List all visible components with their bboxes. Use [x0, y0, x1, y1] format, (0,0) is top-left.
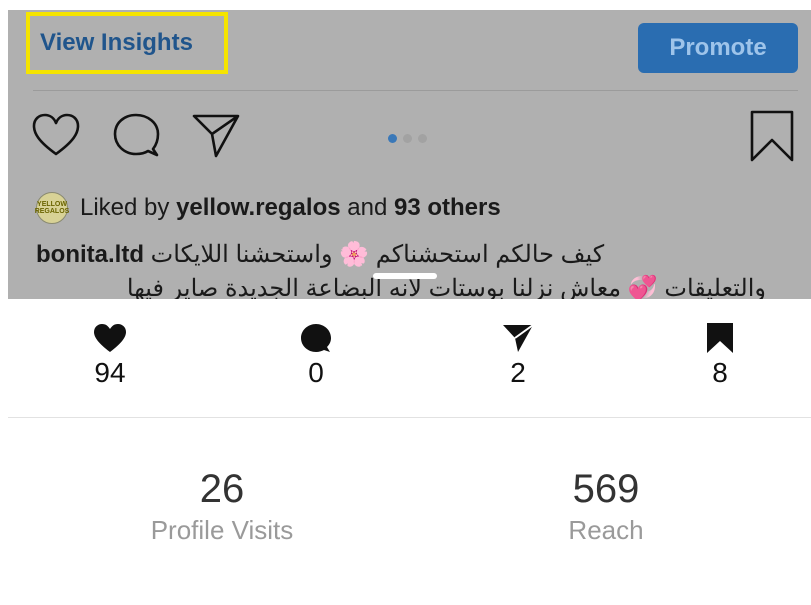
stat-likes: 94	[70, 323, 150, 389]
engagement-stats: 94 0 2 8	[8, 299, 811, 417]
stat-comments-value: 0	[308, 357, 324, 388]
comment-icon	[301, 324, 331, 352]
liker-avatar-text: YELLOW REGALOS	[34, 201, 70, 215]
liked-by-row[interactable]: YELLOW REGALOS Liked by yellow.regalos a…	[34, 192, 501, 224]
carousel-dot	[403, 134, 412, 143]
caption-username[interactable]: bonita.ltd	[36, 241, 144, 268]
view-insights-label: View Insights	[40, 29, 193, 56]
comment-icon[interactable]	[110, 110, 162, 162]
like-heart-icon[interactable]	[30, 110, 82, 162]
save-bookmark-icon[interactable]	[746, 110, 798, 162]
bookmark-icon	[707, 323, 733, 353]
caption-line-1: bonita.ltd كيف حالكم استحشناكم 🌸 واستحشن…	[36, 238, 756, 272]
stat-likes-value: 94	[94, 357, 126, 388]
promote-button[interactable]: Promote	[638, 23, 798, 73]
metric-profile-visits: 26 Profile Visits	[102, 467, 342, 546]
insights-sheet: 94 0 2 8 26 Profile Visits 569 Reach	[8, 299, 811, 605]
stat-shares-value: 2	[510, 357, 526, 388]
likes-others-count[interactable]: 93 others	[394, 194, 501, 222]
profile-visits-value: 26	[199, 467, 245, 511]
reach-label: Reach	[568, 515, 644, 545]
send-icon	[503, 324, 534, 352]
carousel-dot-active	[388, 134, 397, 143]
liked-by-connector: and	[347, 194, 388, 221]
share-send-icon[interactable]	[190, 110, 242, 162]
stats-divider	[8, 417, 811, 418]
heart-icon	[94, 324, 126, 352]
liked-by-prefix: Liked by	[80, 194, 170, 221]
header-divider	[33, 90, 798, 91]
metric-reach: 569 Reach	[486, 467, 726, 546]
post-actions	[8, 110, 811, 170]
caption-text-1: كيف حالكم استحشناكم 🌸 واستحشنا اللايكات	[150, 241, 605, 268]
view-insights-link[interactable]: View Insights	[26, 12, 228, 74]
post-caption: bonita.ltd كيف حالكم استحشناكم 🌸 واستحشن…	[36, 238, 766, 299]
stat-comments: 0	[276, 323, 356, 389]
promote-label: Promote	[669, 34, 767, 61]
post-header: View Insights Promote	[8, 10, 811, 88]
liker-avatar: YELLOW REGALOS	[34, 192, 70, 224]
stat-shares: 2	[478, 323, 558, 389]
post-area: View Insights Promote YELLOW REGALOS Lik…	[8, 10, 811, 299]
stat-saves: 8	[680, 323, 760, 389]
sheet-drag-handle[interactable]	[373, 273, 437, 279]
liker-username[interactable]: yellow.regalos	[176, 194, 341, 222]
carousel-indicator	[388, 134, 427, 143]
reach-value: 569	[572, 467, 640, 511]
profile-visits-label: Profile Visits	[150, 515, 294, 545]
carousel-dot	[418, 134, 427, 143]
stat-saves-value: 8	[712, 357, 728, 388]
